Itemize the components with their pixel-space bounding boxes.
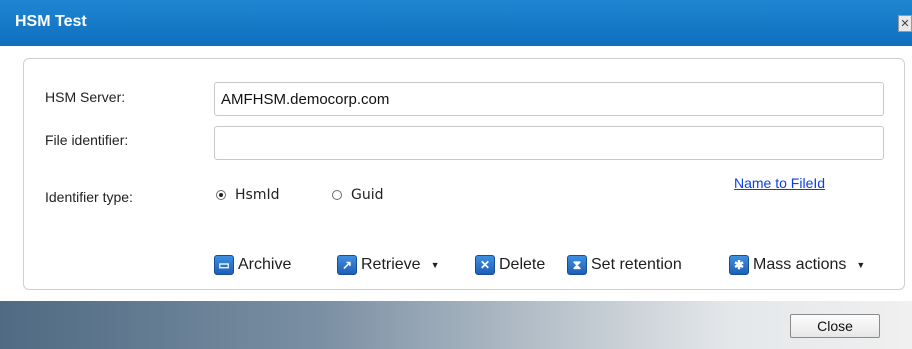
radio-selected-icon <box>216 190 226 200</box>
file-identifier-label: File identifier: <box>45 132 129 148</box>
retrieve-label: Retrieve <box>361 256 421 273</box>
mass-actions-button[interactable]: ✱ Mass actions ▼ <box>729 251 865 279</box>
radio-unselected-icon <box>332 190 342 200</box>
dialog-body: HSM Server: AMFHSM.democorp.com File ide… <box>0 46 912 301</box>
title-bar: HSM Test ✕ <box>0 0 912 46</box>
delete-button[interactable]: ✕ Delete <box>475 251 545 279</box>
retrieve-icon: ↗ <box>337 255 357 275</box>
caret-down-icon[interactable]: ▼ <box>856 260 865 270</box>
window-close-icon[interactable]: ✕ <box>898 15 912 32</box>
delete-label: Delete <box>499 256 546 273</box>
archive-label: Archive <box>238 256 292 273</box>
radio-guid[interactable]: Guid <box>332 187 384 203</box>
gear-icon: ✱ <box>729 255 749 275</box>
footer-bar: Close <box>0 301 912 349</box>
hourglass-icon: ⧗ <box>567 255 587 275</box>
hsm-server-label: HSM Server: <box>45 89 126 105</box>
archive-icon: ▭ <box>214 255 234 275</box>
file-identifier-input[interactable] <box>214 126 884 160</box>
archive-button[interactable]: ▭ Archive <box>214 251 291 279</box>
radio-hsmid-label: HsmId <box>235 187 280 203</box>
retrieve-button[interactable]: ↗ Retrieve ▼ <box>337 251 440 279</box>
caret-down-icon[interactable]: ▼ <box>431 260 440 270</box>
close-button[interactable]: Close <box>790 314 880 338</box>
mass-actions-label: Mass actions <box>753 256 847 273</box>
hsm-server-input[interactable]: AMFHSM.democorp.com <box>214 82 884 116</box>
window-title: HSM Test <box>15 13 87 30</box>
form-panel: HSM Server: AMFHSM.democorp.com File ide… <box>23 58 905 290</box>
name-to-fileid-link[interactable]: Name to FileId <box>734 175 825 191</box>
radio-guid-label: Guid <box>351 187 384 203</box>
identifier-type-label: Identifier type: <box>45 189 133 205</box>
set-retention-button[interactable]: ⧗ Set retention <box>567 251 682 279</box>
radio-hsmid[interactable]: HsmId <box>216 187 279 203</box>
delete-icon: ✕ <box>475 255 495 275</box>
set-retention-label: Set retention <box>591 256 682 273</box>
